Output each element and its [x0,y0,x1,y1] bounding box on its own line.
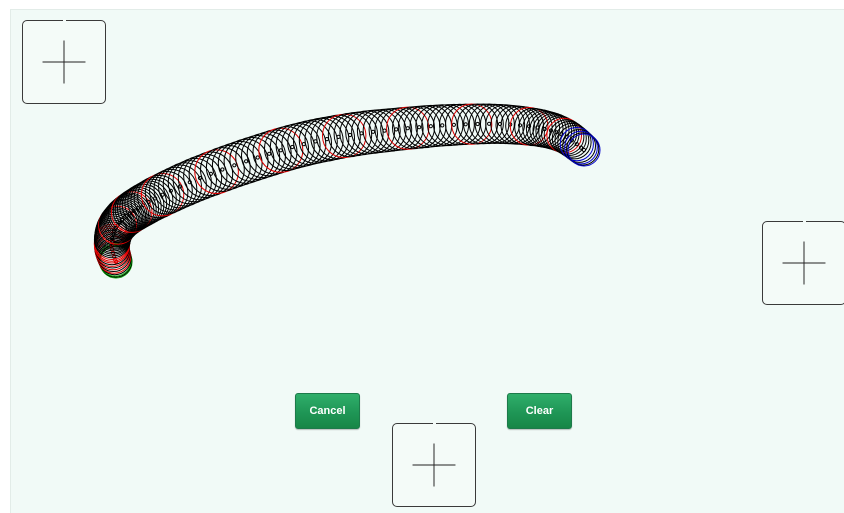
calibration-target-top-left-icon[interactable] [22,19,106,104]
calibration-target-right-icon[interactable] [762,220,844,305]
cancel-button[interactable]: Cancel [295,393,360,429]
clear-button[interactable]: Clear [507,393,572,429]
plus-icon [412,443,456,487]
plus-icon [42,40,86,84]
calibration-target-bottom-icon[interactable] [392,422,476,507]
plus-icon [782,241,826,285]
